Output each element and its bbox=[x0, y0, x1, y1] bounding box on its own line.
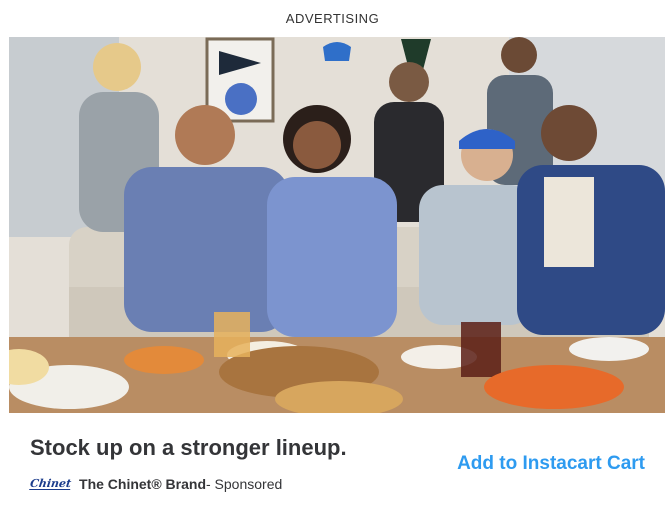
add-to-cart-button[interactable]: Add to Instacart Cart bbox=[457, 453, 645, 475]
party-scene-illustration bbox=[9, 37, 665, 413]
brand-row: Chinet The Chinet® Brand - Sponsored bbox=[29, 476, 283, 492]
brand-name: The Chinet® Brand bbox=[79, 476, 206, 492]
advertising-label: ADVERTISING bbox=[285, 11, 380, 26]
ad-hero-image[interactable] bbox=[9, 37, 665, 413]
chinet-logo-icon: Chinet bbox=[29, 477, 72, 490]
ad-headline[interactable]: Stock up on a stronger lineup. bbox=[30, 435, 347, 461]
ad-footer: Stock up on a stronger lineup. Chinet Th… bbox=[0, 413, 665, 512]
sponsored-label: - Sponsored bbox=[206, 476, 283, 492]
